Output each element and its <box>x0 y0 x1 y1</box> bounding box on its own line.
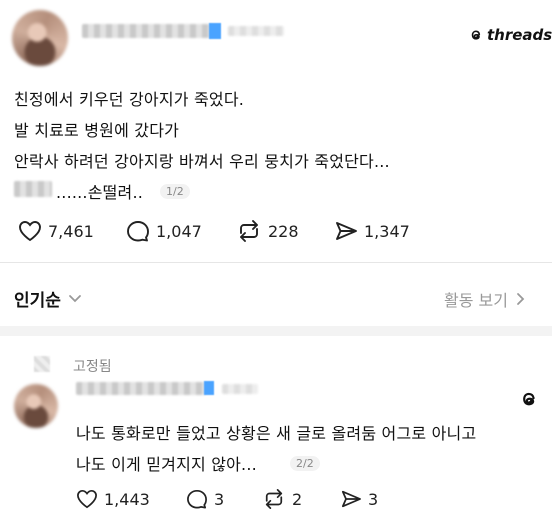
repost-icon <box>240 220 258 242</box>
pinned-label: 고정됨 <box>73 359 112 375</box>
post-comment-count: 1,047 <box>156 221 202 241</box>
pin-icon <box>34 356 50 372</box>
heart-icon <box>19 221 41 242</box>
view-activity-link[interactable]: 활동 보기 <box>444 287 528 311</box>
threads-brand[interactable]: threads <box>468 26 552 44</box>
reply-timestamp <box>222 384 258 394</box>
comment-icon <box>187 489 207 509</box>
post-repost-button[interactable]: 228 <box>236 220 299 242</box>
reply-repost-button[interactable]: 2 <box>262 489 302 509</box>
reply-share-button[interactable]: 3 <box>340 489 378 509</box>
reply-share-count: 3 <box>368 489 379 509</box>
post-comment-button[interactable]: 1,047 <box>126 220 202 242</box>
chevron-down-icon <box>69 294 81 302</box>
heart-icon <box>77 489 97 509</box>
reply-author-avatar[interactable] <box>14 384 58 428</box>
redacted-mention <box>14 181 52 197</box>
author-avatar[interactable] <box>12 10 68 66</box>
reply-comment-count: 3 <box>214 489 225 509</box>
post-share-button[interactable]: 1,347 <box>334 220 410 242</box>
reply-page-indicator: 2/2 <box>290 456 320 471</box>
share-icon <box>341 490 361 508</box>
post-like-button[interactable]: 7,461 <box>18 220 94 242</box>
threads-logo-icon <box>471 30 481 40</box>
post-repost-count: 228 <box>268 221 299 241</box>
verified-badge-icon <box>209 23 221 39</box>
reply-line-1: 나도 통화로만 들었고 상황은 새 글로 올려둠 어그로 아니고 <box>76 424 477 443</box>
post-share-count: 1,347 <box>364 221 410 241</box>
post-line-4: ......손떨려.. <box>56 183 144 202</box>
reply-author-username[interactable] <box>76 382 206 395</box>
reply-line-2: 나도 이게 믿겨지지 않아... <box>76 455 257 474</box>
reply-repost-count: 2 <box>292 489 303 509</box>
threads-logo-icon[interactable] <box>518 388 540 410</box>
view-activity-label: 활동 보기 <box>444 291 508 310</box>
chevron-right-icon <box>517 293 525 305</box>
post-line-1: 친정에서 키우던 강아지가 죽었다. <box>14 90 245 109</box>
post-timestamp <box>228 26 284 36</box>
sort-dropdown[interactable]: 인기순 <box>14 286 83 311</box>
reply-like-button[interactable]: 1,443 <box>76 489 150 509</box>
post-line-2: 발 치료로 병원에 갔다가 <box>14 121 180 140</box>
post-page-indicator: 1/2 <box>160 184 190 199</box>
author-username[interactable] <box>82 24 212 38</box>
post-like-count: 7,461 <box>48 221 94 241</box>
share-icon <box>336 222 357 240</box>
reply-like-count: 1,443 <box>104 489 150 509</box>
threads-label: threads <box>487 26 552 44</box>
reply-comment-button[interactable]: 3 <box>186 489 224 509</box>
sort-label: 인기순 <box>14 291 61 311</box>
section-divider <box>0 262 552 263</box>
reply-section-separator <box>0 326 552 336</box>
reply-verified-badge-icon <box>204 381 214 395</box>
comment-icon <box>127 221 149 242</box>
post-line-3: 안락사 하려던 강아지랑 바껴서 우리 뭉치가 죽었단다... <box>14 152 390 171</box>
repost-icon <box>265 489 283 509</box>
